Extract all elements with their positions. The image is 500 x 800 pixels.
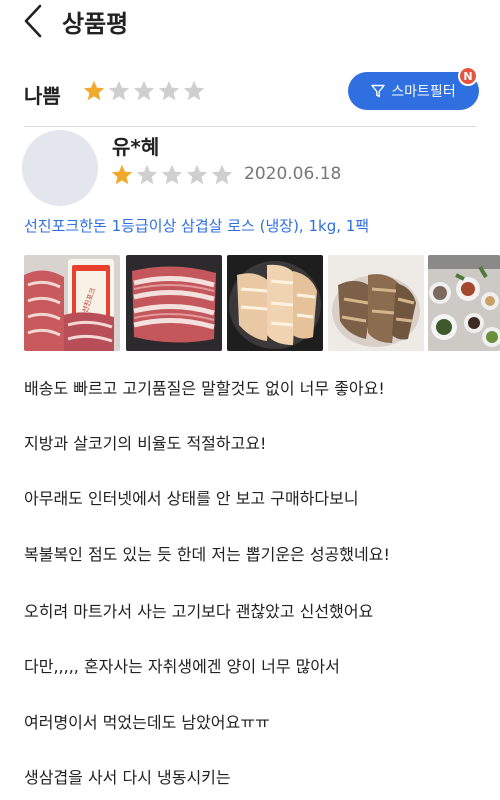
review-photo-table-setting[interactable] [428, 255, 500, 351]
star-empty-icon [211, 164, 233, 185]
review-text-line: 여러명이서 먹었는데도 남았어요ㅠㅠ [24, 713, 270, 732]
avatar [22, 130, 98, 206]
star-empty-icon [186, 164, 208, 185]
review-photo-grilled-pork[interactable] [328, 255, 424, 351]
header: 상품평 [0, 0, 500, 48]
divider [24, 126, 476, 127]
star-empty-icon [136, 164, 158, 185]
review-text-line: 배송도 빠르고 고기품질은 말할것도 없이 너무 좋아요! [24, 379, 385, 398]
back-button[interactable] [18, 2, 52, 40]
review-text-line: 지방과 살코기의 비율도 적절하고요! [24, 434, 267, 453]
star-empty-icon [183, 80, 205, 101]
chevron-left-icon [24, 4, 42, 38]
smart-filter-label: 스마트필터 [391, 84, 456, 100]
review-photo-cooking-pork[interactable] [227, 255, 323, 351]
review-date: 2020.06.18 [244, 164, 342, 184]
review-text-line: 다만,,,,, 혼자사는 자취생에겐 양이 너무 많아서 [24, 657, 340, 676]
star-filled-icon [83, 80, 105, 101]
rating-filter-bar: 나쁨 스마트필터 N [0, 62, 500, 120]
review-stars [110, 163, 234, 187]
star-filled-icon [111, 164, 133, 185]
product-option-link[interactable]: 선진포크한돈 1등급이상 삼겹살 로스 (냉장), 1kg, 1팩 [24, 215, 369, 236]
rating-filter-stars[interactable] [82, 79, 206, 103]
review-text-line: 오히려 마트가서 사는 고기보다 괜찮았고 신선했어요 [24, 602, 374, 621]
funnel-icon [371, 84, 385, 98]
review-text-line: 아무래도 인터넷에서 상태를 안 보고 구매하다보니 [24, 489, 359, 508]
reviewer-name: 유*혜 [112, 135, 160, 159]
star-empty-icon [161, 164, 183, 185]
review-photo-raw-pork[interactable] [126, 255, 222, 351]
review-text-line: 복불복인 점도 있는 듯 한데 저는 뽑기운은 성공했네요! [24, 545, 390, 564]
new-badge: N [458, 66, 478, 86]
star-empty-icon [158, 80, 180, 101]
star-empty-icon [108, 80, 130, 101]
review-text-line: 생삼겹을 사서 다시 냉동시키는 [24, 768, 231, 787]
star-empty-icon [133, 80, 155, 101]
review-photo-package[interactable]: 선진포크 [24, 255, 120, 351]
page-title: 상품평 [62, 10, 129, 38]
rating-filter-label[interactable]: 나쁨 [24, 80, 61, 109]
